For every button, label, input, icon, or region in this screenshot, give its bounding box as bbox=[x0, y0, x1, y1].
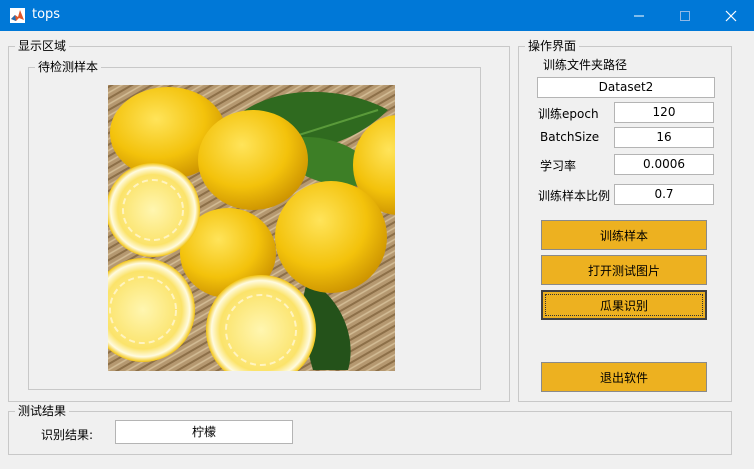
display-area-title: 显示区域 bbox=[15, 38, 70, 54]
matlab-icon bbox=[10, 8, 25, 23]
learning-rate-field[interactable]: 0.0006 bbox=[614, 154, 714, 175]
exit-software-button[interactable]: 退出软件 bbox=[541, 362, 707, 392]
window-title: tops bbox=[32, 7, 61, 22]
folder-path-label: 训练文件夹路径 bbox=[543, 58, 628, 72]
open-test-image-button[interactable]: 打开测试图片 bbox=[541, 255, 707, 285]
close-button[interactable] bbox=[708, 0, 754, 31]
train-samples-button[interactable]: 训练样本 bbox=[541, 220, 707, 250]
batch-size-label: BatchSize bbox=[540, 130, 600, 144]
result-label: 识别结果: bbox=[41, 428, 94, 442]
epoch-field[interactable]: 120 bbox=[614, 102, 714, 123]
folder-path-field[interactable]: Dataset2 bbox=[537, 77, 715, 98]
close-icon bbox=[725, 10, 737, 22]
maximize-button[interactable] bbox=[662, 0, 708, 31]
minimize-icon bbox=[634, 15, 644, 17]
result-field: 柠檬 bbox=[115, 420, 293, 444]
lemons-photo-icon bbox=[108, 85, 395, 371]
sample-group-title: 待检测样本 bbox=[35, 59, 102, 75]
learning-rate-label: 学习率 bbox=[540, 159, 577, 173]
train-ratio-field[interactable]: 0.7 bbox=[614, 184, 714, 205]
train-ratio-label: 训练样本比例 bbox=[538, 189, 611, 203]
test-result-title: 测试结果 bbox=[15, 403, 70, 419]
epoch-label: 训练epoch bbox=[538, 107, 599, 121]
recognize-fruit-button[interactable]: 瓜果识别 bbox=[541, 290, 707, 320]
maximize-icon bbox=[680, 11, 690, 21]
minimize-button[interactable] bbox=[616, 0, 662, 31]
sample-image bbox=[108, 85, 395, 371]
title-bar: tops bbox=[0, 0, 754, 31]
controls-group-title: 操作界面 bbox=[525, 38, 580, 54]
batch-size-field[interactable]: 16 bbox=[614, 127, 714, 148]
